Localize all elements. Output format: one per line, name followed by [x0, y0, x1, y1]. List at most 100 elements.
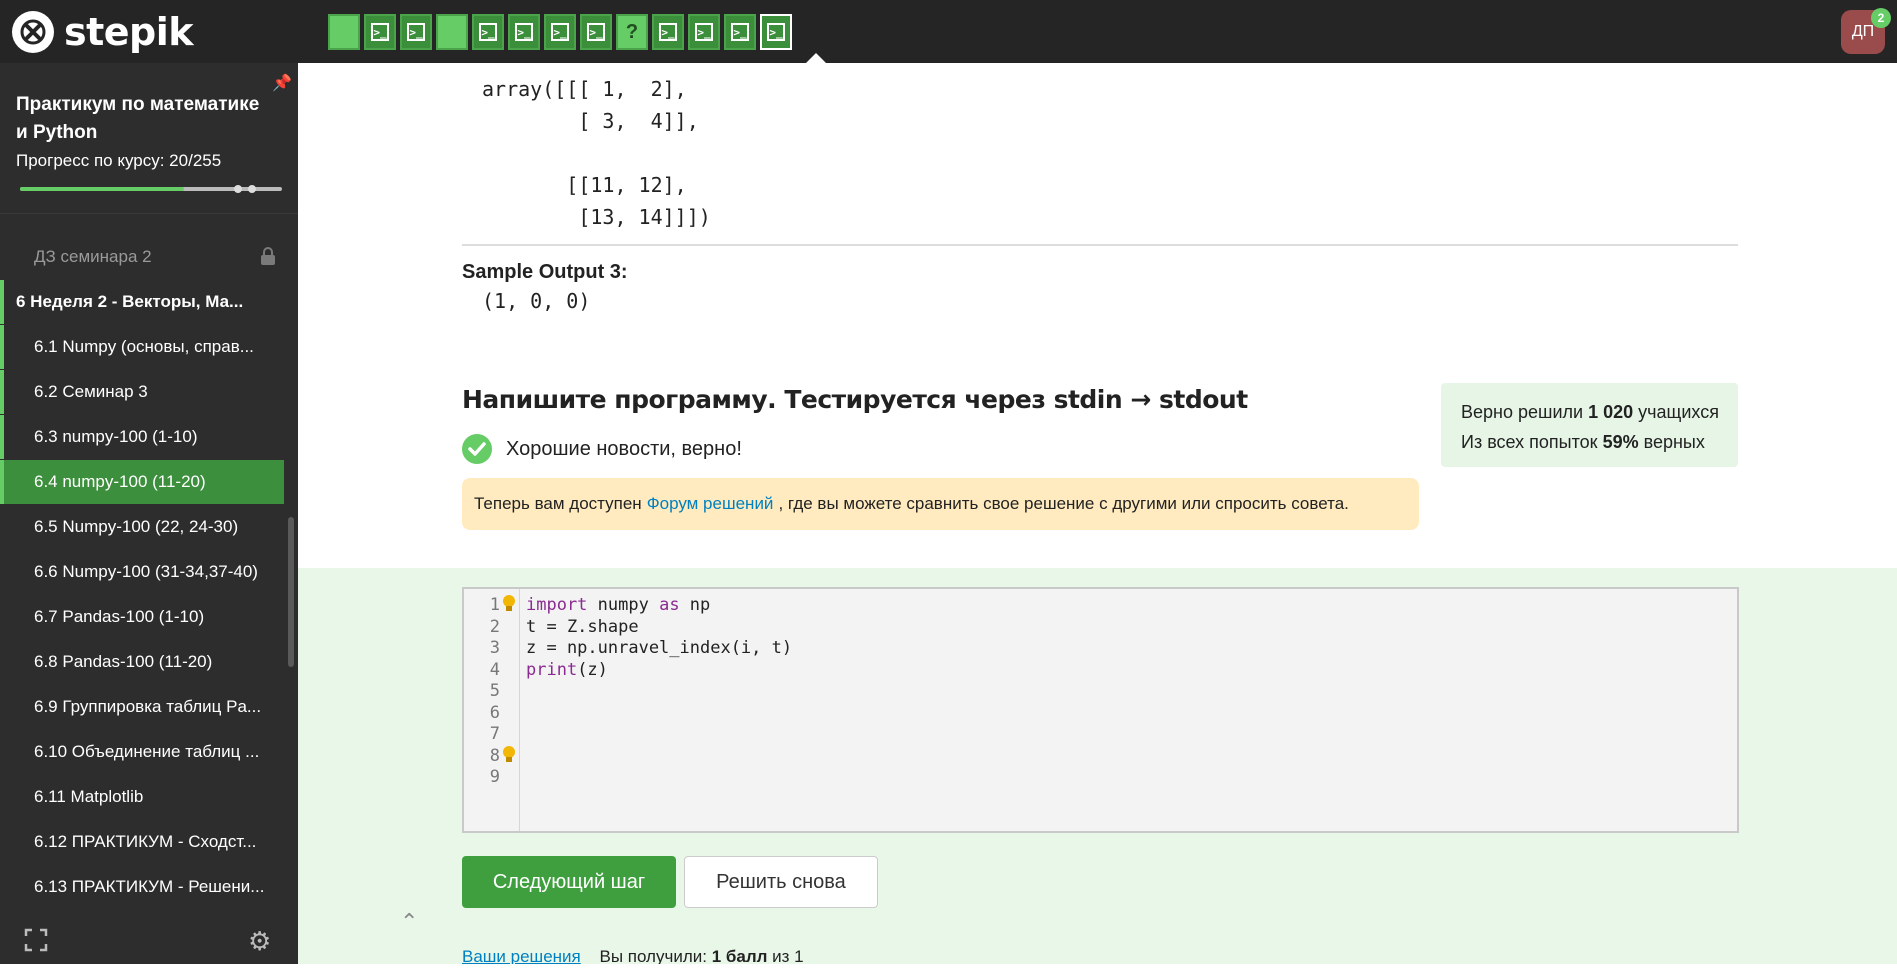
- sidebar-lesson[interactable]: 6.13 ПРАКТИКУМ - Решени...: [0, 865, 284, 909]
- question-icon: ?: [625, 20, 639, 43]
- step-2[interactable]: >_: [364, 14, 396, 50]
- fullscreen-icon[interactable]: [24, 928, 48, 952]
- forum-text-before: Теперь вам доступен: [474, 494, 642, 513]
- step-12[interactable]: >_: [724, 14, 756, 50]
- sidebar-footer: ⚙: [0, 916, 298, 964]
- step-8[interactable]: >_: [580, 14, 612, 50]
- step-3[interactable]: >_: [400, 14, 432, 50]
- stepik-logo[interactable]: stepik: [12, 10, 194, 54]
- step-9[interactable]: ?: [616, 14, 648, 50]
- step-11[interactable]: >_: [688, 14, 720, 50]
- solved-count: 1 020: [1588, 402, 1634, 422]
- forum-link[interactable]: Форум решений: [647, 494, 774, 514]
- lesson-label: 6.11 Matplotlib: [34, 787, 144, 806]
- sidebar-scrollbar[interactable]: [288, 517, 294, 667]
- score-prefix: Вы получили:: [599, 947, 707, 964]
- code-line[interactable]: print(z): [526, 660, 608, 680]
- current-step-caret: [806, 53, 826, 63]
- step-6[interactable]: >_: [508, 14, 540, 50]
- sidebar-lesson[interactable]: 6.12 ПРАКТИКУМ - Сходст...: [0, 820, 284, 864]
- gear-icon[interactable]: ⚙: [248, 926, 271, 957]
- code-editor[interactable]: 1 import numpy as np 2 t = Z.shape 3 z = np.u…: [462, 587, 1739, 833]
- solved-suffix: учащихся: [1638, 402, 1719, 422]
- lesson-label: 6.5 Numpy-100 (22, 24-30): [34, 517, 239, 536]
- score-value: 1 балл: [711, 947, 768, 964]
- sidebar-lesson[interactable]: 6.9 Группировка таблиц Pa...: [0, 685, 284, 729]
- sidebar-lesson[interactable]: 6.11 Matplotlib: [0, 775, 284, 819]
- lightbulb-icon[interactable]: [502, 595, 516, 613]
- line-number: 8: [489, 745, 500, 766]
- line-number: 2: [489, 616, 500, 637]
- lesson-label: 6.1 Numpy (основы, справ...: [34, 337, 254, 356]
- terminal-icon: >_: [515, 23, 533, 41]
- lightbulb-icon[interactable]: [502, 745, 516, 764]
- lesson-label: 6.2 Семинар 3: [34, 382, 148, 401]
- terminal-icon: >_: [659, 23, 677, 41]
- lesson-label: 6.9 Группировка таблиц Pa...: [34, 697, 262, 716]
- lesson-label: 6.8 Pandas-100 (11-20): [34, 652, 213, 671]
- pin-icon[interactable]: 📌: [272, 73, 292, 93]
- lesson-progress-bar: [0, 460, 4, 504]
- code-line[interactable]: t = Z.shape: [526, 617, 639, 637]
- progress-marker: [234, 185, 242, 193]
- line-number: 4: [489, 659, 500, 680]
- terminal-icon: >_: [479, 23, 497, 41]
- lesson-label: 6.4 numpy-100 (11-20): [34, 472, 206, 491]
- course-progress-fill: [20, 187, 185, 191]
- code-line[interactable]: z = np.unravel_index(i, t): [526, 638, 792, 658]
- sidebar-divider: [0, 213, 298, 214]
- lesson-progress-bar: [0, 325, 4, 369]
- step-7[interactable]: >_: [544, 14, 576, 50]
- lesson-steps: >_ >_ >_ >_ >_ >_? >_ >_ >_ >_: [328, 14, 792, 50]
- lesson-label: 6 Неделя 2 - Векторы, Ма...: [16, 292, 244, 311]
- course-title[interactable]: Практикум по математике и Python: [16, 91, 276, 147]
- step-4[interactable]: [436, 14, 468, 50]
- step-13[interactable]: >_: [760, 14, 792, 50]
- step-content: array([[[ 1, 2], [ 3, 4]], [[11, 12], [1…: [298, 63, 1897, 964]
- terminal-icon: >_: [587, 23, 605, 41]
- notification-badge: 2: [1871, 8, 1891, 28]
- terminal-icon: >_: [767, 23, 785, 41]
- step-5[interactable]: >_: [472, 14, 504, 50]
- attempts-suffix: верных: [1643, 432, 1705, 452]
- sidebar-lesson[interactable]: 6.3 numpy-100 (1-10): [0, 415, 284, 459]
- sidebar-lesson[interactable]: 6.2 Семинар 3: [0, 370, 284, 414]
- success-message: Хорошие новости, верно!: [506, 438, 742, 460]
- sidebar-lesson[interactable]: 6.1 Numpy (основы, справ...: [0, 325, 284, 369]
- code-line[interactable]: import numpy as np: [526, 595, 710, 615]
- terminal-icon: >_: [695, 23, 713, 41]
- task-title: Напишите программу. Тестируется через st…: [462, 385, 1248, 414]
- solve-again-button[interactable]: Решить снова: [684, 856, 878, 908]
- line-number: 6: [489, 702, 500, 723]
- lesson-progress-bar: [0, 280, 4, 324]
- sample-input-code: array([[[ 1, 2], [ 3, 4]], [[11, 12], [1…: [482, 77, 711, 229]
- progress-marker: [248, 185, 256, 193]
- sidebar-lesson[interactable]: ДЗ семинара 2: [0, 235, 284, 279]
- line-number: 5: [489, 681, 500, 701]
- lesson-label: ДЗ семинара 2: [34, 247, 152, 266]
- sidebar-lesson[interactable]: 6.6 Numpy-100 (31-34,37-40): [0, 550, 284, 594]
- step-10[interactable]: >_: [652, 14, 684, 50]
- sidebar-lesson[interactable]: 6.7 Pandas-100 (1-10): [0, 595, 284, 639]
- section-divider: [462, 244, 1738, 246]
- sidebar-lesson[interactable]: 6.10 Объединение таблиц ...: [0, 730, 284, 774]
- course-progress-bar: [20, 185, 282, 193]
- terminal-icon: >_: [371, 23, 389, 41]
- checkmark-icon: [462, 434, 492, 464]
- sidebar-lesson[interactable]: 6.8 Pandas-100 (11-20): [0, 640, 284, 684]
- top-navbar: stepik >_ >_ >_ >_ >_ >_? >_ >_ >_ >_ ДП 2: [0, 0, 1897, 63]
- line-number: 1: [489, 595, 500, 615]
- scroll-up-icon[interactable]: ⌃: [400, 909, 418, 935]
- line-number: 3: [489, 638, 500, 658]
- solved-stat: Верно решили 1 020 учащихся: [1461, 397, 1738, 427]
- your-solutions-link[interactable]: Ваши решения: [462, 947, 581, 964]
- sidebar-lesson[interactable]: 6.5 Numpy-100 (22, 24-30): [0, 505, 284, 549]
- attempts-percent: 59%: [1602, 432, 1639, 452]
- sample-output-label: Sample Output 3:: [462, 261, 628, 283]
- sidebar-lesson[interactable]: 6.4 numpy-100 (11-20): [0, 460, 284, 504]
- sidebar-section[interactable]: 6 Неделя 2 - Векторы, Ма...: [0, 280, 284, 324]
- step-1[interactable]: [328, 14, 360, 50]
- next-step-button[interactable]: Следующий шаг: [462, 856, 676, 908]
- lesson-progress-bar: [0, 415, 4, 459]
- attempts-prefix: Из всех попыток: [1461, 432, 1598, 452]
